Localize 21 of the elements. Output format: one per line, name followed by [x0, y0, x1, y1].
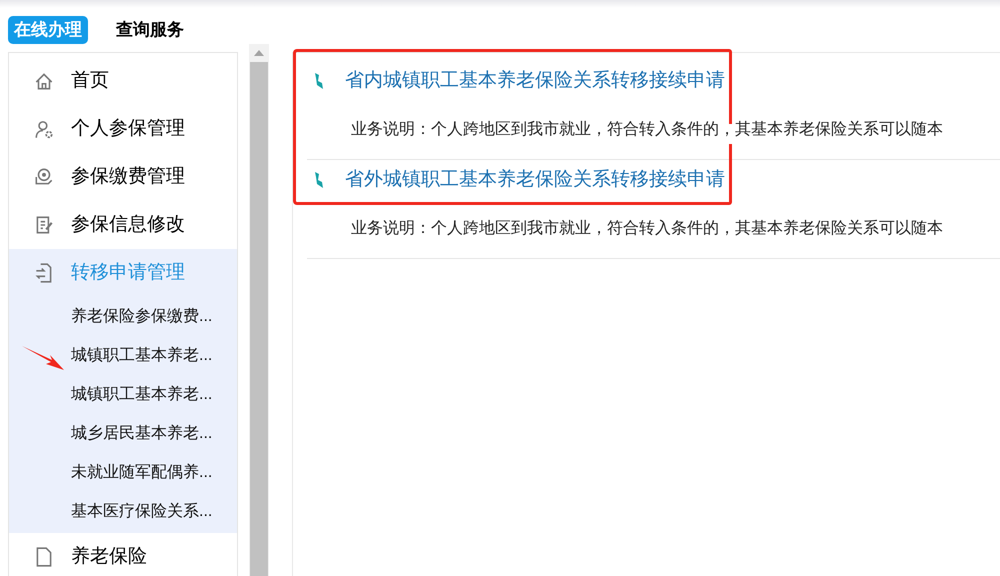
tab[interactable]: 查询服务 [114, 16, 186, 44]
annotation-arrow [22, 346, 64, 370]
user-gear-icon [33, 118, 55, 140]
submenu-item[interactable]: 基本医疗保险关系... [9, 492, 237, 531]
submenu-item[interactable]: 城乡居民基本养老... [9, 414, 237, 453]
service-description: 业务说明：个人跨地区到我市就业，符合转入条件的，其基本养老保险关系可以随本 [350, 120, 943, 140]
sidebar-item[interactable]: 个人参保管理 [9, 105, 237, 153]
scroll-up-icon[interactable] [254, 50, 264, 56]
submenu-item[interactable]: 城镇职工基本养老... [9, 375, 237, 414]
submenu-item[interactable]: 养老保险参保缴费... [9, 297, 237, 336]
submenu-item[interactable]: 未就业随军配偶养... [9, 453, 237, 492]
sidebar-item[interactable]: 首页 [9, 57, 237, 105]
sidebar-item[interactable]: 参保缴费管理 [9, 153, 237, 201]
service-description: 业务说明：个人跨地区到我市就业，符合转入条件的，其基本养老保险关系可以随本 [350, 218, 943, 239]
pin-icon [313, 171, 325, 189]
sidebar-item[interactable]: 参保信息修改 [9, 201, 237, 249]
service-link[interactable]: 省内城镇职工基本养老保险关系转移接续申请 [307, 61, 1000, 101]
submenu-item[interactable]: 城镇职工基本养老... [9, 336, 237, 375]
service-link[interactable]: 省外城镇职工基本养老保险关系转移接续申请 [307, 160, 1000, 200]
sidebar-item[interactable]: 养老保险 [9, 533, 237, 576]
pin-icon [313, 72, 325, 90]
